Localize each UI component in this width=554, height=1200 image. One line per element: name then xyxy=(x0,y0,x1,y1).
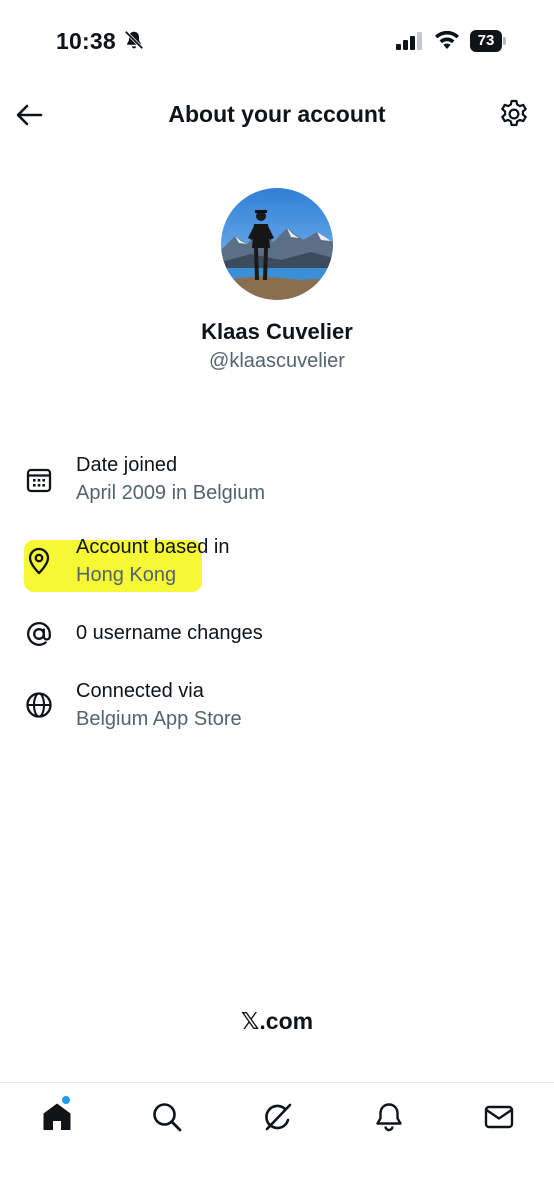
cellular-signal-icon xyxy=(396,32,422,50)
profile-handle: @klaascuvelier xyxy=(209,350,345,372)
date-joined-label: Date joined xyxy=(76,454,178,476)
calendar-icon xyxy=(26,468,52,493)
battery-level: 73 xyxy=(477,32,495,49)
notifications-bell-icon[interactable] xyxy=(372,1100,406,1134)
username-changes-label: 0 username changes xyxy=(76,622,263,644)
gear-icon[interactable] xyxy=(498,98,530,130)
home-icon[interactable] xyxy=(40,1100,74,1134)
profile-name: Klaas Cuvelier xyxy=(201,319,353,344)
search-icon[interactable] xyxy=(150,1100,184,1134)
home-notification-dot xyxy=(62,1096,70,1104)
avatar[interactable] xyxy=(221,188,333,300)
avatar-photo xyxy=(221,188,333,300)
at-sign-icon xyxy=(27,622,51,646)
account-based-in-value: Hong Kong xyxy=(76,564,177,586)
date-joined-value: April 2009 in Belgium xyxy=(76,482,265,504)
connected-via-label: Connected via xyxy=(76,680,204,702)
x-com-link[interactable]: 𝕏.com xyxy=(0,1008,554,1035)
location-pin-icon xyxy=(28,547,50,575)
wifi-icon xyxy=(435,30,459,49)
connected-via-value: Belgium App Store xyxy=(76,708,242,730)
globe-icon xyxy=(26,692,52,718)
battery-indicator: 73 xyxy=(470,30,506,52)
grok-icon[interactable] xyxy=(261,1100,295,1134)
status-time: 10:38 xyxy=(56,28,116,54)
messages-mail-icon[interactable] xyxy=(482,1100,516,1134)
account-based-in-label: Account based in xyxy=(76,536,230,558)
bell-off-icon xyxy=(124,30,144,50)
bottom-nav-divider xyxy=(0,1082,554,1083)
page-title: About your account xyxy=(168,101,386,127)
